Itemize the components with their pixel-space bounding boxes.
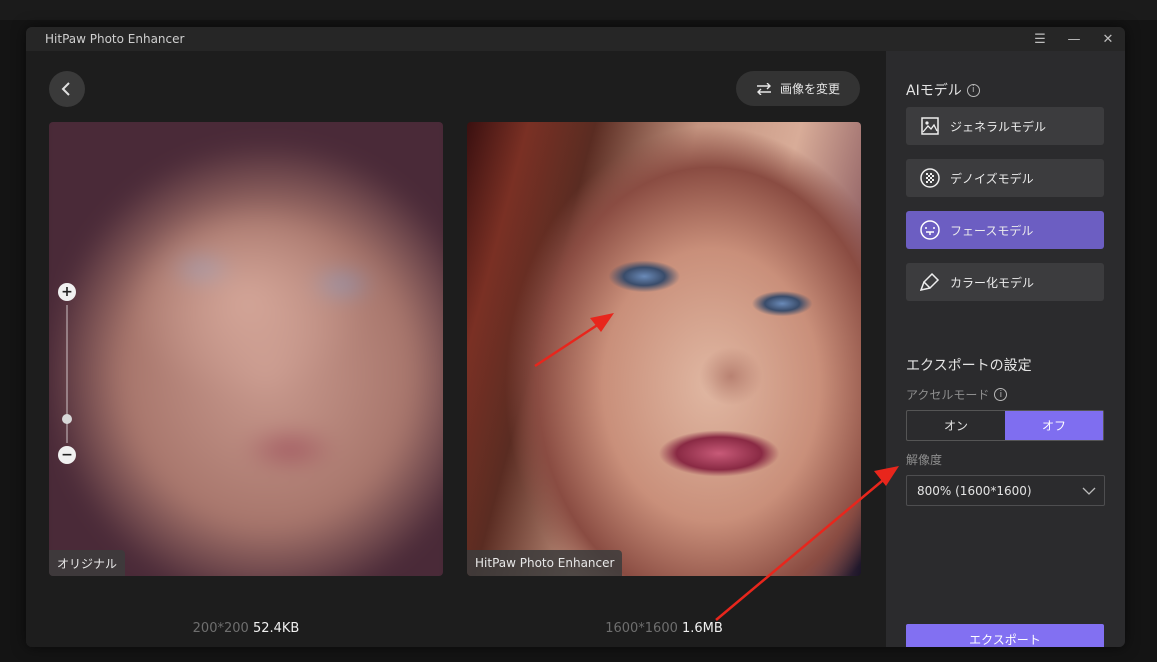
original-image — [49, 122, 443, 576]
info-icon[interactable]: i — [994, 388, 1008, 401]
resolution-label: 解像度 — [906, 453, 943, 467]
accel-on-option[interactable]: オン — [907, 411, 1005, 440]
accel-mode-toggle[interactable]: オン オフ — [906, 410, 1104, 441]
enhanced-image — [467, 122, 861, 576]
chevron-down-icon — [1082, 487, 1096, 495]
model-label: カラー化モデル — [950, 275, 1035, 290]
model-button-general[interactable]: ジェネラルモデル — [906, 107, 1104, 145]
swap-icon — [756, 82, 771, 95]
app-window: HitPaw Photo Enhancer ☰ — ✕ 画像を変更 オリジナル … — [26, 27, 1125, 647]
original-image-panel: オリジナル — [49, 122, 443, 576]
chevron-left-icon — [61, 82, 70, 96]
back-button[interactable] — [49, 71, 85, 107]
minimize-icon[interactable]: — — [1057, 27, 1091, 51]
resolution-value: 800% (1600*1600) — [917, 483, 1032, 498]
background-strip — [0, 0, 1157, 20]
preview-area: 画像を変更 オリジナル HitPaw Photo Enhancer + − 20… — [26, 51, 886, 647]
enhanced-filesize: 1.6MB — [682, 621, 723, 636]
change-image-label: 画像を変更 — [779, 82, 840, 96]
original-label: オリジナル — [49, 550, 126, 576]
title-bar: HitPaw Photo Enhancer ☰ — ✕ — [26, 27, 1125, 51]
original-size-info: 200*200 52.4KB — [49, 621, 443, 636]
model-label: フェースモデル — [950, 223, 1034, 238]
model-button-colorize[interactable]: カラー化モデル — [906, 263, 1104, 301]
denoise-icon — [920, 168, 940, 188]
app-title: HitPaw Photo Enhancer — [45, 32, 185, 46]
accel-mode-label: アクセルモード i — [906, 386, 1008, 403]
model-button-face[interactable]: フェースモデル — [906, 211, 1104, 249]
model-button-denoise[interactable]: デノイズモデル — [906, 159, 1104, 197]
enhanced-label: HitPaw Photo Enhancer — [467, 550, 623, 576]
accel-off-option[interactable]: オフ — [1005, 411, 1103, 440]
model-label: ジェネラルモデル — [950, 119, 1047, 134]
zoom-thumb[interactable] — [62, 413, 72, 424]
accel-mode-text: アクセルモード — [906, 388, 990, 402]
original-filesize: 52.4KB — [252, 621, 300, 636]
settings-sidebar: AIモデル i ジェネラルモデル デノイズモデル フェースモデル カラー化モデル… — [886, 51, 1125, 647]
enhanced-image-panel: HitPaw Photo Enhancer — [467, 122, 861, 576]
ai-model-title: AIモデル i — [906, 80, 980, 100]
model-label: デノイズモデル — [950, 171, 1034, 186]
enhanced-size-info: 1600*1600 1.6MB — [467, 621, 861, 636]
resolution-select[interactable]: 800% (1600*1600) — [906, 475, 1105, 506]
zoom-slider[interactable]: + − — [57, 283, 77, 464]
export-settings-title-text: エクスポートの設定 — [906, 358, 1032, 374]
zoom-out-icon[interactable]: − — [58, 446, 76, 464]
zoom-in-icon[interactable]: + — [58, 283, 76, 301]
menu-icon[interactable]: ☰ — [1023, 27, 1057, 51]
image-icon — [920, 116, 940, 136]
colorize-brush-icon — [920, 272, 940, 292]
original-dimensions: 200*200 — [192, 621, 249, 636]
ai-model-title-text: AIモデル — [906, 83, 962, 99]
enhanced-dimensions: 1600*1600 — [605, 621, 678, 636]
info-icon[interactable]: i — [966, 83, 980, 97]
face-icon — [920, 220, 940, 240]
change-image-button[interactable]: 画像を変更 — [736, 71, 860, 106]
close-icon[interactable]: ✕ — [1091, 27, 1125, 51]
export-button[interactable]: エクスポート — [906, 624, 1104, 647]
export-settings-title: エクスポートの設定 — [906, 355, 1032, 375]
